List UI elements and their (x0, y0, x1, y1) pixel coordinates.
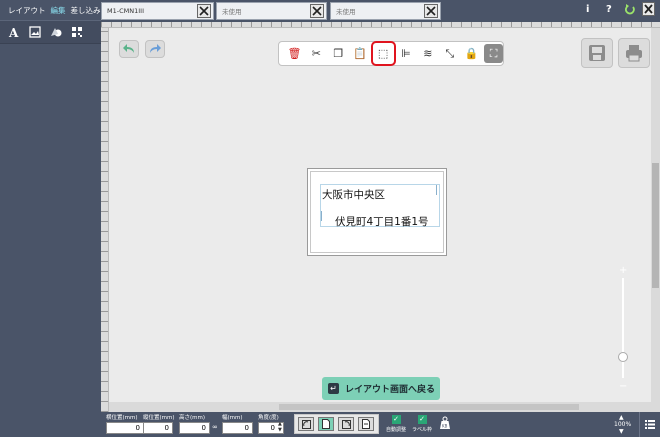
text-object-frame[interactable]: 大阪市中央区 伏見町4丁目1番1号 (320, 184, 440, 229)
close-icon[interactable] (424, 4, 438, 18)
horizontal-scroll-thumb[interactable] (279, 404, 579, 410)
status-bar: 横位置(mm) 0 縦位置(mm) 0 高さ(mm) 0 ∞ 幅(mm) 0 角… (101, 412, 660, 437)
layers-icon-glyph: ≋ (423, 47, 433, 60)
help-icon[interactable]: ? (606, 4, 612, 15)
zoom-track[interactable] (622, 278, 624, 378)
y-position-label: 縦位置(mm) (143, 415, 175, 421)
horizontal-scrollbar[interactable] (109, 402, 651, 412)
svg-text:A: A (8, 26, 19, 38)
width-label: 幅(mm) (222, 415, 243, 421)
select-area-icon[interactable]: ⬚ (370, 41, 396, 66)
edit-toolbar: 🗑 ✂ ❐ 📋 ⬚ ⊫ ≋ ⤡ 🔒 ⛶ (278, 41, 504, 66)
x-position-label: 横位置(mm) (106, 415, 138, 421)
document-tab-3[interactable]: 未使用 (330, 2, 441, 20)
tab-layout[interactable]: レイアウト (8, 5, 46, 16)
angle-stepper-icon[interactable]: ▲ ▼ (278, 421, 282, 433)
portrait-icon[interactable] (318, 417, 334, 431)
back-to-layout-label: レイアウト画面へ戻る (345, 385, 436, 395)
label-frame-label: ラベル枠 (412, 427, 433, 433)
document-tab-bar: M1-CMN1III 未使用 未使用 i ? (101, 0, 660, 22)
weight-icon[interactable]: KB (439, 416, 451, 433)
back-to-layout-button[interactable]: ↵ レイアウト画面へ戻る (322, 377, 440, 400)
rotate-right-icon[interactable] (338, 417, 354, 431)
left-tabs: レイアウト 編集 差し込み (0, 0, 101, 20)
rotate-left-icon[interactable] (298, 417, 314, 431)
resize-icon-glyph: ⤡ (445, 47, 455, 60)
address-line-1[interactable]: 大阪市中央区 (322, 187, 385, 202)
menu-icon[interactable] (639, 412, 660, 437)
delete-icon-glyph: 🗑 (287, 47, 302, 60)
return-icon: ↵ (328, 383, 339, 394)
link-icon[interactable]: ∞ (212, 423, 218, 431)
zoom-down-icon[interactable]: ▼ (619, 428, 624, 435)
cut-icon-glyph: ✂ (311, 47, 321, 60)
label-preview[interactable]: 大阪市中央区 伏見町4丁目1番1号 (310, 171, 444, 253)
address-line-2[interactable]: 伏見町4丁目1番1号 (335, 214, 429, 229)
print-button[interactable] (618, 38, 650, 68)
label-frame-checkbox[interactable]: ✓ ラベル枠 (412, 415, 432, 433)
document-tab-1[interactable]: M1-CMN1III (101, 2, 214, 20)
y-position-input[interactable]: 0 (143, 422, 173, 434)
check-icon: ✓ (391, 415, 401, 424)
window-close-icon[interactable] (642, 2, 655, 19)
left-tools: A (0, 20, 101, 44)
auto-adjust-checkbox[interactable]: ✓ 自動調整 (386, 415, 406, 433)
zoom-out-icon[interactable]: − (619, 382, 627, 392)
info-icon[interactable]: i (586, 4, 589, 15)
tab-edit[interactable]: 編集 (51, 5, 66, 16)
lock-icon[interactable]: 🔒 (462, 44, 481, 63)
text-icon[interactable]: A (8, 26, 20, 38)
svg-text:KB: KB (442, 424, 448, 429)
save-button[interactable] (581, 38, 613, 68)
zoom-level: 100% (614, 421, 632, 428)
document-tab-2[interactable]: 未使用 (216, 2, 327, 20)
x-position-input[interactable]: 0 (106, 422, 144, 434)
vertical-scrollbar[interactable] (651, 28, 660, 412)
height-label: 高さ(mm) (179, 415, 206, 421)
auto-adjust-label: 自動調整 (386, 427, 407, 433)
cut-icon[interactable]: ✂ (307, 44, 326, 63)
zoom-in-icon[interactable]: + (619, 266, 627, 276)
vertical-scroll-thumb[interactable] (652, 163, 659, 288)
select-area-icon-glyph: ⬚ (377, 47, 389, 60)
close-icon[interactable] (310, 4, 324, 18)
flip-icon[interactable] (358, 417, 374, 431)
selection-guide (436, 185, 437, 195)
close-icon[interactable] (197, 4, 211, 18)
image-icon[interactable] (29, 26, 41, 38)
document-tab-label: M1-CMN1III (107, 7, 144, 15)
align-icon-glyph: ⊫ (401, 47, 411, 60)
paste-icon[interactable]: 📋 (351, 44, 370, 63)
left-panel: レイアウト 編集 差し込み A (0, 0, 101, 437)
delete-icon[interactable]: 🗑 (285, 44, 304, 63)
paste-icon-glyph: 📋 (353, 47, 368, 60)
align-icon[interactable]: ⊫ (397, 44, 416, 63)
transform-icon-glyph: ⛶ (489, 47, 498, 60)
document-tab-label: 未使用 (222, 8, 242, 16)
selection-guide (321, 211, 322, 221)
lock-icon-glyph: 🔒 (464, 47, 479, 60)
redo-button[interactable] (145, 40, 165, 58)
shape-icon[interactable] (50, 26, 62, 38)
exit-icon[interactable] (624, 4, 635, 18)
resize-icon[interactable]: ⤡ (440, 44, 459, 63)
zoom-knob[interactable] (618, 352, 628, 362)
check-icon: ✓ (417, 415, 427, 424)
zoom-slider[interactable]: + − (617, 266, 629, 392)
angle-label: 角度(度) (258, 415, 279, 421)
barcode-icon[interactable] (71, 26, 83, 38)
transform-icon[interactable]: ⛶ (484, 44, 504, 63)
tab-merge[interactable]: 差し込み (71, 5, 101, 16)
layers-icon[interactable]: ≋ (418, 44, 437, 63)
copy-icon-glyph: ❐ (333, 47, 344, 60)
width-input[interactable]: 0 (222, 422, 253, 434)
undo-button[interactable] (119, 40, 139, 58)
vertical-ruler (101, 28, 109, 412)
height-input[interactable]: 0 (179, 422, 210, 434)
copy-icon[interactable]: ❐ (329, 44, 348, 63)
document-tab-label: 未使用 (336, 8, 356, 16)
zoom-up-icon[interactable]: ▲ (619, 414, 624, 421)
